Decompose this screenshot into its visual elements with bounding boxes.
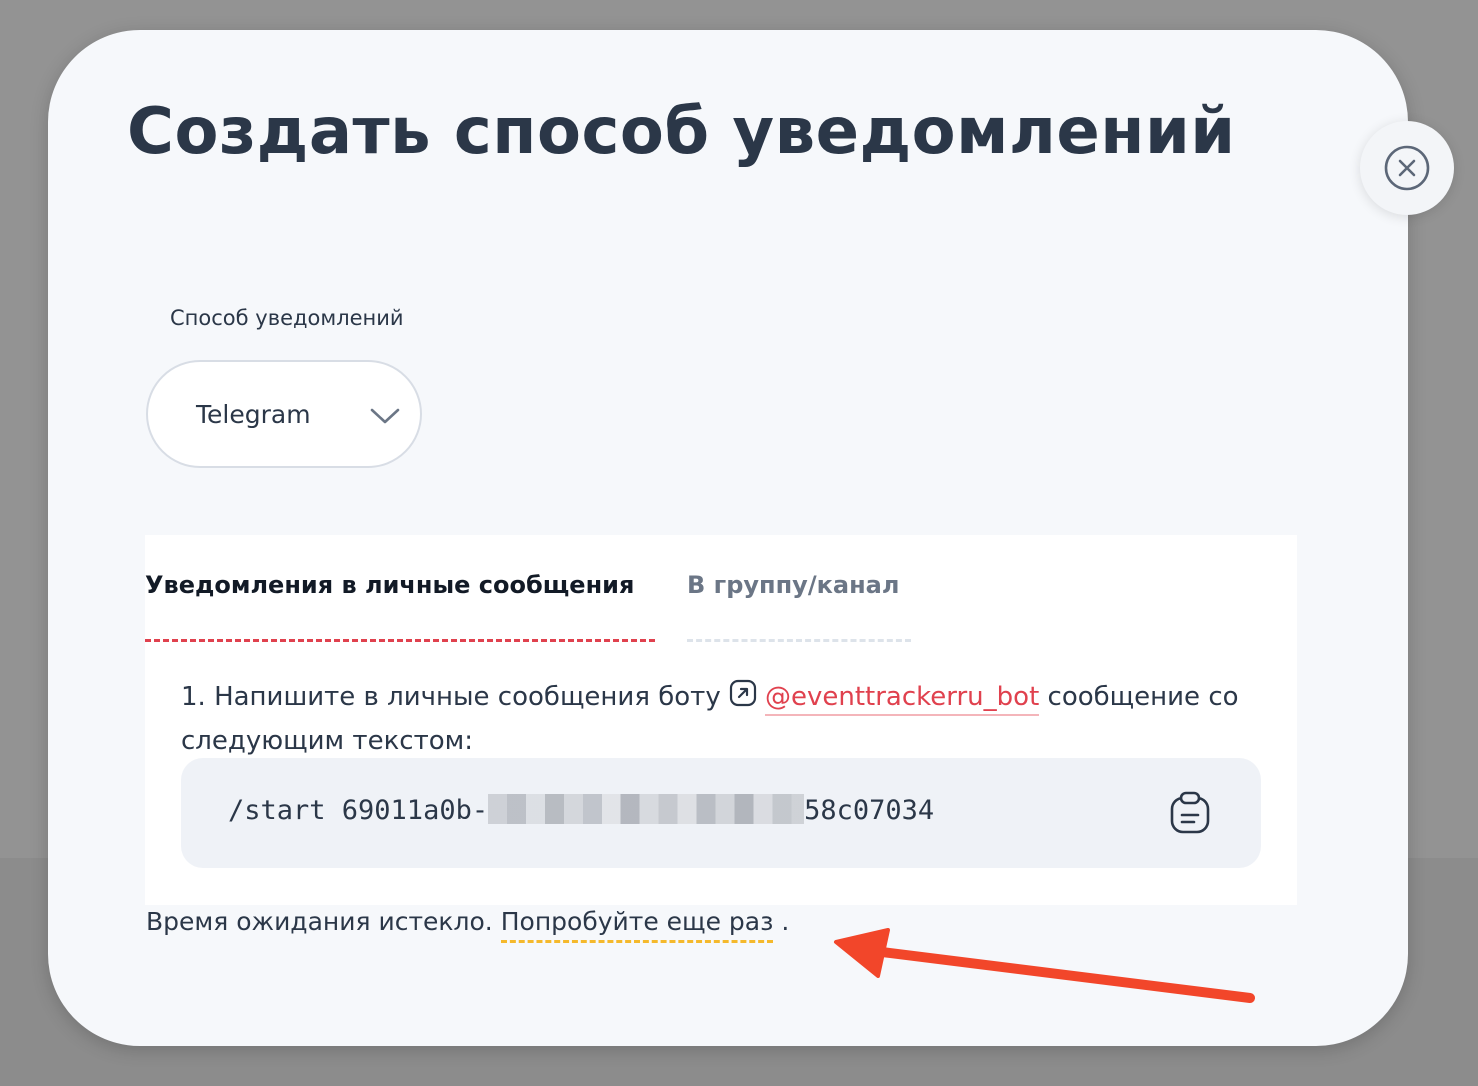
- telegram-setup-panel: Уведомления в личные сообщения В группу/…: [145, 535, 1297, 905]
- command-text: /start 69011a0b- 58c07034: [228, 794, 934, 826]
- close-button[interactable]: [1360, 121, 1454, 215]
- bot-link[interactable]: @eventtrackerru_bot: [764, 682, 1040, 716]
- timeout-message: Время ожидания истекло. Попробуйте еще р…: [146, 907, 790, 943]
- instruction-text: 1. Напишите в личные сообщения боту @eve…: [181, 675, 1281, 763]
- tab-group-channel-underline: [687, 639, 911, 642]
- close-circle-icon: [1384, 145, 1430, 191]
- tab-direct-messages[interactable]: Уведомления в личные сообщения: [145, 571, 634, 599]
- chevron-down-icon: [370, 408, 400, 424]
- command-end: 58c07034: [804, 795, 935, 826]
- modal-title: Создать способ уведомлений: [127, 95, 1236, 169]
- notification-method-select[interactable]: Telegram: [146, 360, 422, 468]
- timeout-text: Время ожидания истекло.: [146, 907, 493, 936]
- external-link-icon: [729, 679, 757, 707]
- command-start: /start 69011a0b-: [228, 795, 489, 826]
- retry-link[interactable]: Попробуйте еще раз: [500, 907, 774, 943]
- tab-group-channel[interactable]: В группу/канал: [687, 571, 899, 599]
- command-box: /start 69011a0b- 58c07034: [181, 758, 1261, 868]
- redacted-token: [488, 794, 805, 824]
- instruction-prefix: 1. Напишите в личные сообщения боту: [181, 682, 721, 712]
- notification-method-label: Способ уведомлений: [170, 306, 404, 330]
- notification-method-value: Telegram: [196, 400, 311, 429]
- tab-direct-messages-underline: [145, 639, 655, 642]
- annotation-arrow-icon: [834, 928, 1255, 1003]
- timeout-period: .: [781, 907, 790, 936]
- copy-button[interactable]: [1167, 790, 1213, 836]
- clipboard-icon: [1170, 791, 1210, 834]
